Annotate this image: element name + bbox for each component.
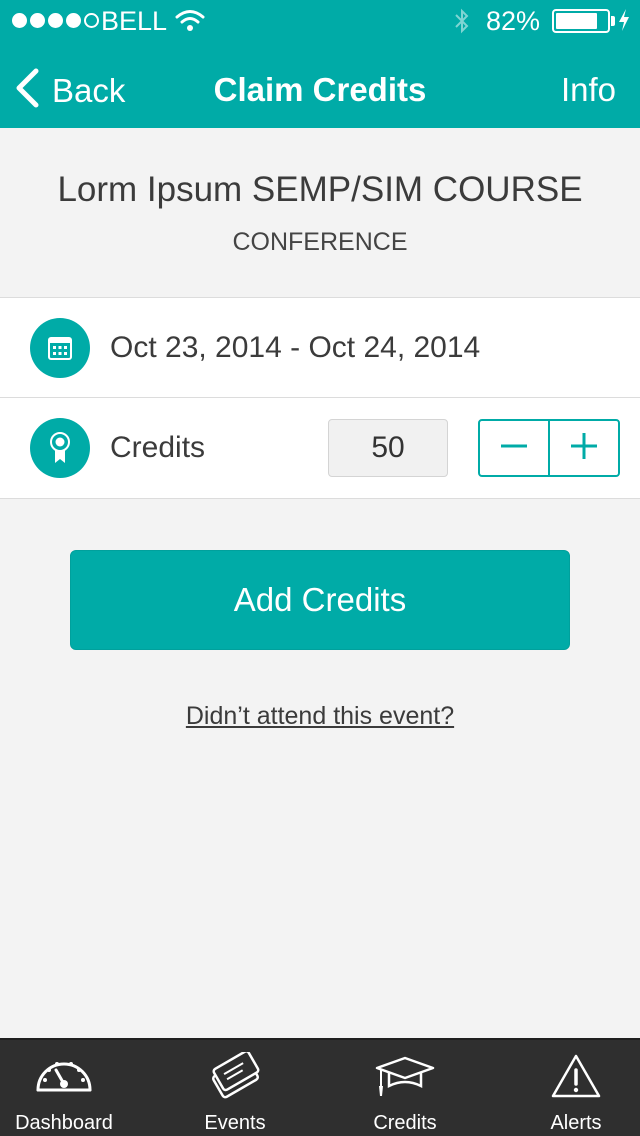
minus-icon	[499, 431, 529, 466]
didnt-attend-container: Didn’t attend this event?	[0, 702, 640, 731]
graduation-cap-icon	[373, 1040, 437, 1109]
warning-triangle-icon	[550, 1040, 602, 1107]
decrement-button[interactable]	[480, 421, 550, 475]
status-bar: BELL 82%	[0, 0, 640, 40]
calendar-icon	[30, 318, 90, 378]
back-label: Back	[52, 71, 126, 109]
tab-alerts[interactable]: Alerts	[512, 1040, 640, 1136]
tab-credits-label: Credits	[373, 1112, 437, 1134]
tab-events-label: Events	[204, 1112, 266, 1134]
info-button[interactable]: Info	[561, 71, 616, 109]
event-dates: Oct 23, 2014 - Oct 24, 2014	[110, 331, 481, 364]
carrier-name: BELL	[101, 6, 168, 36]
tab-dashboard[interactable]: Dashboard	[0, 1040, 128, 1136]
wifi-icon	[175, 8, 205, 39]
signal-strength-icon	[12, 13, 99, 28]
credits-stepper	[478, 419, 620, 477]
tab-bar: Dashboard Events Credits Alerts	[0, 1038, 640, 1136]
tab-dashboard-label: Dashboard	[15, 1112, 113, 1134]
charging-bolt-icon	[617, 8, 631, 39]
credits-label: Credits	[110, 431, 206, 464]
battery-percent: 82%	[486, 6, 541, 36]
back-button[interactable]: Back	[14, 68, 125, 113]
increment-button[interactable]	[550, 421, 618, 475]
header: BELL 82% Back Claim Credits Info	[0, 0, 640, 128]
event-details: Oct 23, 2014 - Oct 24, 2014 Credits 50	[0, 297, 640, 499]
events-tickets-icon	[205, 1040, 265, 1107]
tab-alerts-label: Alerts	[550, 1112, 602, 1134]
credits-row: Credits 50	[0, 398, 640, 498]
tab-events[interactable]: Events	[170, 1040, 300, 1136]
battery-cap	[611, 16, 615, 26]
date-row: Oct 23, 2014 - Oct 24, 2014	[0, 298, 640, 398]
event-type: CONFERENCE	[232, 228, 408, 256]
plus-icon	[569, 431, 599, 466]
tab-credits[interactable]: Credits	[340, 1040, 470, 1136]
add-credits-button[interactable]: Add Credits	[70, 550, 570, 650]
navigation-bar: Back Claim Credits Info	[0, 40, 640, 128]
credits-value-field[interactable]: 50	[328, 419, 448, 477]
award-ribbon-icon	[30, 418, 90, 478]
battery-icon	[552, 9, 610, 33]
chevron-left-icon	[14, 68, 40, 113]
battery-fill	[556, 13, 597, 29]
event-title: Lorm Ipsum SEMP/SIM COURSE	[57, 170, 583, 209]
bluetooth-icon	[452, 8, 472, 41]
dashboard-gauge-icon	[34, 1040, 94, 1101]
didnt-attend-link[interactable]: Didn’t attend this event?	[186, 702, 454, 730]
